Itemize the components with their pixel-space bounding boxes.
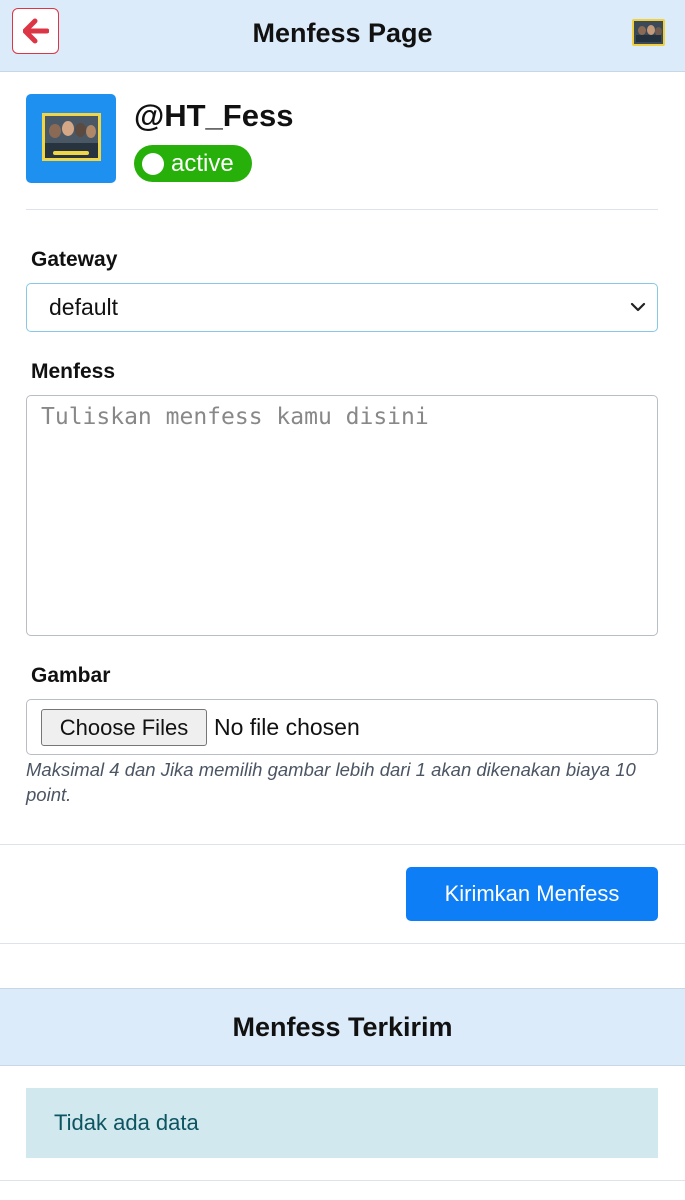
status-badge: active xyxy=(134,145,252,182)
sent-section-title: Menfess Terkirim xyxy=(0,988,685,1066)
profile-avatar xyxy=(26,94,116,183)
form-footer-divider-top xyxy=(0,844,685,845)
form-footer-divider-bottom xyxy=(0,943,685,944)
avatar-photo xyxy=(42,113,101,161)
status-dot-icon xyxy=(142,152,164,175)
gateway-select[interactable]: default xyxy=(26,283,658,332)
profile-divider xyxy=(26,209,658,210)
gateway-label: Gateway xyxy=(31,248,118,271)
sent-section-divider xyxy=(0,1180,685,1181)
menfess-label: Menfess xyxy=(31,360,116,383)
submit-menfess-button[interactable]: Kirimkan Menfess xyxy=(406,867,658,921)
gateway-selected-value: default xyxy=(49,294,119,320)
choose-files-button[interactable]: Choose Files xyxy=(41,709,207,746)
image-help-text: Maksimal 4 dan Jika memilih gambar lebih… xyxy=(26,759,636,805)
profile-username: @HT_Fess xyxy=(134,98,294,133)
page-title: Menfess Page xyxy=(252,18,433,48)
image-file-input[interactable]: Choose Files No file chosen xyxy=(26,699,658,755)
header-account-avatar[interactable] xyxy=(632,19,665,46)
chevron-down-icon xyxy=(630,302,646,312)
gambar-label: Gambar xyxy=(31,664,111,687)
status-text: active xyxy=(171,149,234,177)
menfess-textarea[interactable] xyxy=(26,395,658,636)
file-status-text: No file chosen xyxy=(214,714,360,740)
empty-data-alert: Tidak ada data xyxy=(26,1088,658,1158)
page-header: Menfess Page xyxy=(0,0,685,72)
